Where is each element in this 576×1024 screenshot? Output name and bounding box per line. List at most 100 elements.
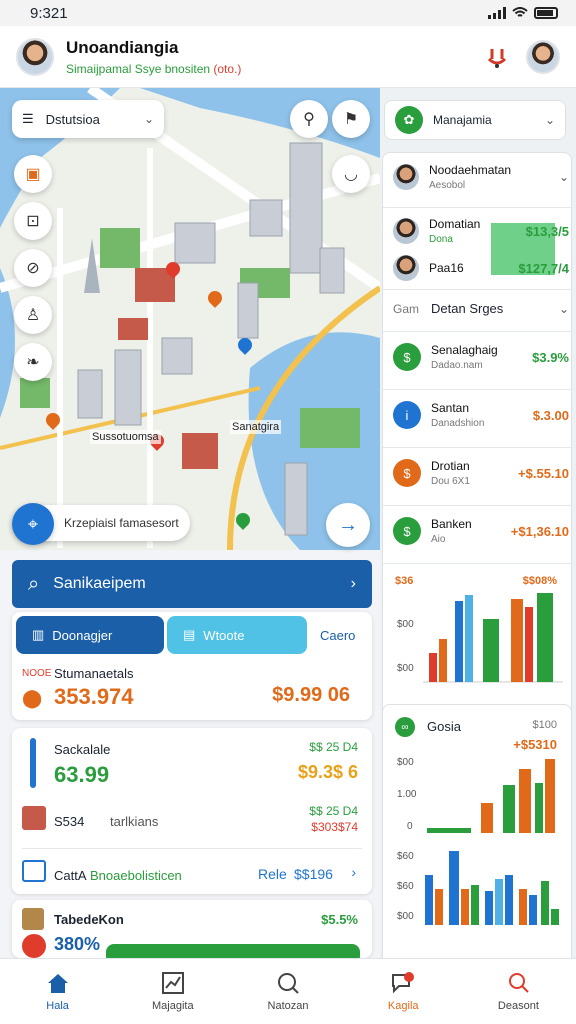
map-layer-dropdown[interactable]: ☰ Dstutsioa ⌄ xyxy=(12,100,164,138)
subtitle-tag: (oto.) xyxy=(213,61,242,76)
chart-tick: $60 xyxy=(397,881,414,892)
list-item-sub: Dadao.nam xyxy=(431,360,483,371)
chart-bar xyxy=(485,891,493,925)
row-value: $$ 25 D4 xyxy=(309,804,358,818)
leaf-filter-button[interactable]: ❧ xyxy=(14,343,52,381)
chart-label-left: $36 xyxy=(395,575,414,587)
city-map[interactable]: Sussotuomsa Sanatgira xyxy=(0,88,380,550)
contact-value: $127,7/4 xyxy=(518,260,569,276)
nav-search[interactable]: Natozan xyxy=(230,959,345,1024)
chart-bar xyxy=(505,875,513,925)
chart-bar xyxy=(427,828,471,833)
chart-bar xyxy=(541,881,549,925)
chart-bar xyxy=(519,769,531,833)
person-icon: ♙ xyxy=(25,307,41,324)
stats-corner: $100 xyxy=(532,719,557,731)
nav-messages[interactable]: Kagila xyxy=(346,959,461,1024)
list-item[interactable]: $ Banken Aio +$1,36.10 xyxy=(393,517,569,545)
contact-row[interactable]: Paa16 $127,7/4 xyxy=(393,255,569,281)
chart-bar xyxy=(471,885,479,925)
row-value: $$196 xyxy=(294,866,333,882)
chart-bar xyxy=(529,895,537,925)
nav-profile[interactable]: Deasont xyxy=(461,959,576,1024)
card-title: TabedeKon xyxy=(54,912,124,927)
divider xyxy=(383,389,573,390)
action-button[interactable] xyxy=(106,944,360,958)
stats-value: +$5310 xyxy=(513,737,557,752)
info-icon: i xyxy=(393,401,421,429)
chart-bar xyxy=(511,599,523,682)
alert-icon xyxy=(22,934,46,958)
contact-main[interactable]: Noodaehmatan Aesobol ⌄ xyxy=(393,163,569,191)
camera-icon: ⊡ xyxy=(26,213,40,230)
basket-button[interactable]: ◡ xyxy=(332,155,370,193)
list-item[interactable]: $ Senalaghaig Dadao.nam $3.9% xyxy=(393,343,569,371)
food-filter-button[interactable]: ▣ xyxy=(14,155,52,193)
chart-bar xyxy=(461,889,469,925)
avatar[interactable] xyxy=(16,37,54,76)
chart-bar xyxy=(537,593,553,682)
list-item-name: Senalaghaig xyxy=(431,343,498,357)
bell-icon xyxy=(487,48,507,68)
avatar xyxy=(393,164,419,190)
signal-icon xyxy=(488,7,506,19)
row-link[interactable]: tarlkians xyxy=(110,814,158,829)
section-header[interactable]: Gam Detan Srges ⌄ xyxy=(393,301,569,316)
right-panel: ✿ Manajamia ⌄ Noodaehmatan Aesobol ⌄ Dom… xyxy=(380,88,576,1024)
list-item-sub: Danadshion xyxy=(431,418,485,429)
chart-bar xyxy=(551,909,559,925)
search-icon: ⌕ xyxy=(28,572,40,595)
contact-name: Domatian xyxy=(429,217,481,231)
chart-tick: $60 xyxy=(397,851,414,862)
bottom-nav: Hala Majagita Natozan Kagila Deasont xyxy=(0,958,576,1024)
manager-label: Manajamia xyxy=(433,113,492,127)
chart-tick: $00 xyxy=(397,619,414,630)
card-amount: 380% xyxy=(54,934,101,954)
contact-row[interactable]: Domatian Dona $13,3/5 xyxy=(393,217,569,245)
chevron-down-icon: ⌄ xyxy=(558,170,569,184)
camera-filter-button[interactable]: ⊡ xyxy=(14,202,52,240)
contacts-card: Noodaehmatan Aesobol ⌄ Domatian Dona $13… xyxy=(382,152,573,778)
coin-icon: $ xyxy=(393,459,421,487)
card-value: $9.99 06 xyxy=(272,684,350,706)
subtitle-text: Simaijpamal Ssye bnositen xyxy=(66,61,211,76)
map-canvas xyxy=(0,88,380,550)
walk-mode-button[interactable]: ⚲ xyxy=(290,100,328,138)
notification-button[interactable] xyxy=(482,42,512,72)
search-label: Sanikaeipem xyxy=(53,575,146,592)
tab-overview[interactable]: ▥ Doonagjer xyxy=(16,616,164,654)
tab-label: Caero xyxy=(320,627,356,643)
list-item-value: $.3.00 xyxy=(532,407,569,423)
tag-icon: ⊘ xyxy=(26,260,40,277)
bar-chart xyxy=(423,593,563,683)
profile-avatar[interactable] xyxy=(526,39,560,74)
search-bar[interactable]: ⌕ Sanikaeipem › xyxy=(12,560,372,608)
divider xyxy=(22,848,362,849)
chat-icon xyxy=(392,971,415,993)
row-link[interactable]: Rele xyxy=(258,866,287,882)
tab-more[interactable]: Caero xyxy=(310,616,368,654)
tag-filter-button[interactable]: ⊘ xyxy=(14,249,52,287)
list-item[interactable]: $ Drotian Dou 6X1 +$.55.10 xyxy=(393,459,569,487)
status-icons xyxy=(488,7,558,19)
tab-notes[interactable]: ▤ Wtoote xyxy=(167,616,307,654)
pin-button[interactable]: ⚑ xyxy=(332,100,370,138)
person-filter-button[interactable]: ♙ xyxy=(14,296,52,334)
chevron-right-icon[interactable]: › xyxy=(351,864,356,880)
manager-dropdown[interactable]: ✿ Manajamia ⌄ xyxy=(384,100,566,140)
avatar xyxy=(393,218,419,244)
nav-home[interactable]: Hala xyxy=(0,959,115,1024)
location-pin-icon: ⬤ xyxy=(22,688,43,708)
chevron-right-icon: › xyxy=(350,575,356,592)
nav-analytics[interactable]: Majagita xyxy=(115,959,230,1024)
row-label-2: Bnoaebolisticen xyxy=(90,868,182,883)
my-location-button[interactable]: ⌖ xyxy=(12,503,54,545)
table-card: TabedeKon $5.5% 380% xyxy=(12,900,372,958)
nav-label: Kagila xyxy=(387,999,419,1012)
directions-button[interactable]: → xyxy=(326,503,370,547)
card-right-value: $9.3$ 6 xyxy=(297,762,358,782)
chart-tick: $00 xyxy=(397,911,414,922)
list-item[interactable]: i Santan Danadshion $.3.00 xyxy=(393,401,569,429)
browser-icon xyxy=(22,860,46,882)
chart-icon xyxy=(161,971,184,994)
